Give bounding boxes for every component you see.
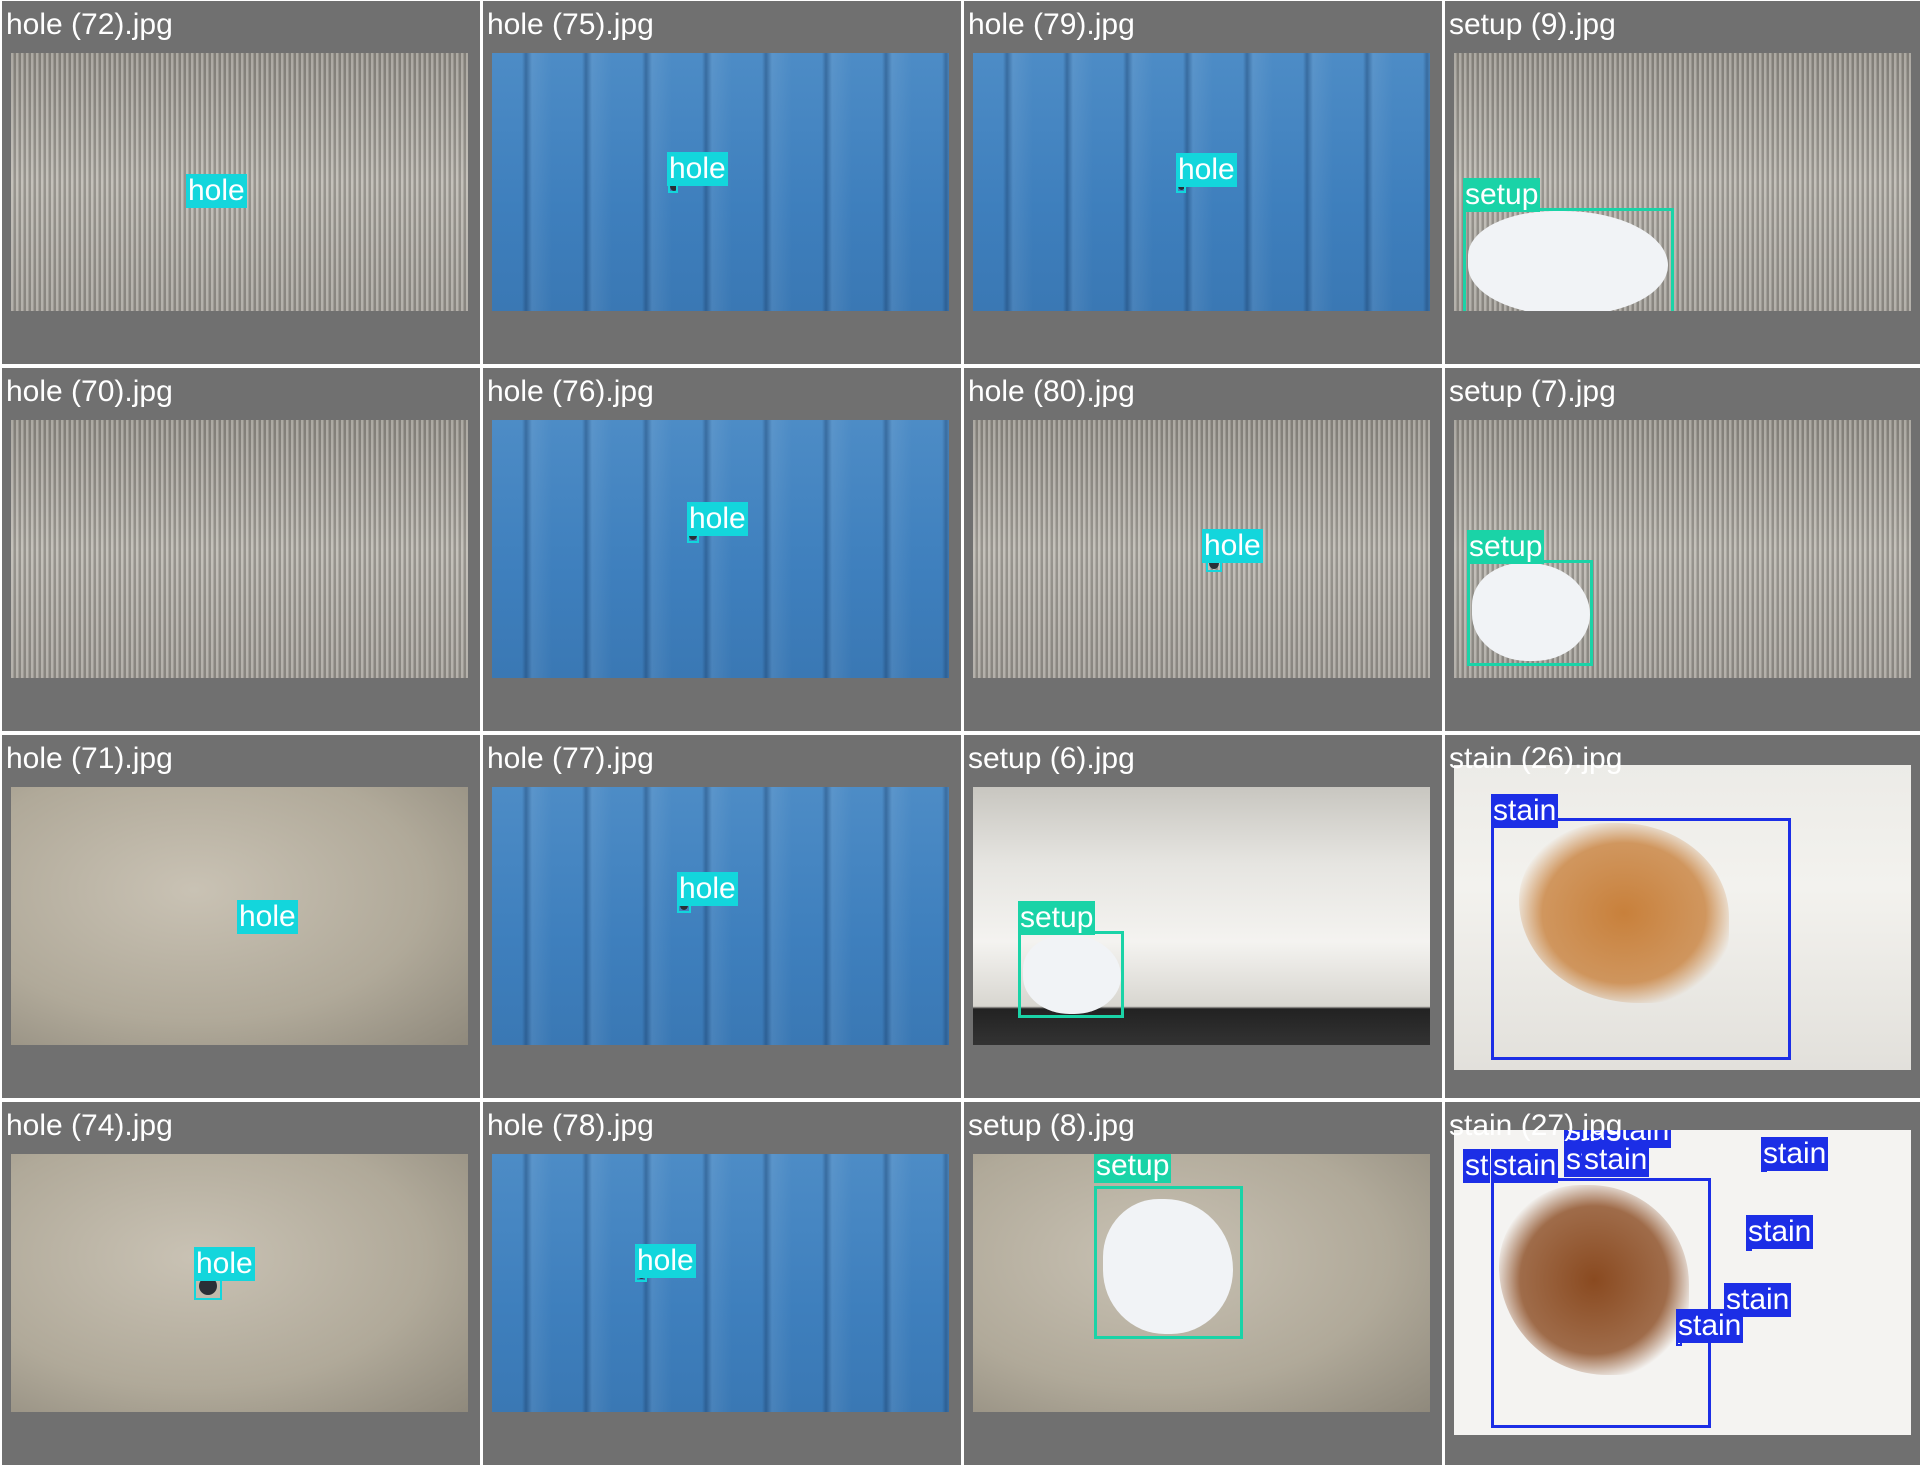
fabric-image: setup xyxy=(1454,420,1911,678)
image-filename: stain (27).jpg xyxy=(1449,1109,1623,1142)
detection-label: hole xyxy=(194,1247,255,1281)
image-filename: hole (80).jpg xyxy=(968,375,1135,408)
fabric-image: hole xyxy=(11,1154,468,1412)
fabric-image: hole xyxy=(11,53,468,311)
detection-label: setup xyxy=(1463,178,1541,212)
detection-label: setup xyxy=(1467,530,1545,564)
detection-label: hole xyxy=(687,502,748,536)
result-tile: hole hole (74).jpg xyxy=(2,1102,480,1465)
fabric-image: stai stain st stain st stain stain stain stain st… xyxy=(1454,1130,1911,1435)
fabric-image: hole xyxy=(492,420,949,678)
result-tile: hole hole (77).jpg xyxy=(483,735,961,1098)
detection-label: hole xyxy=(1176,153,1237,187)
detection-label: stain xyxy=(1761,1137,1829,1171)
detection-label: hole xyxy=(237,900,298,934)
detection-label: stain xyxy=(1676,1309,1744,1343)
fabric-image: setup xyxy=(973,787,1430,1045)
image-filename: hole (75).jpg xyxy=(487,8,654,41)
fabric-image: hole xyxy=(11,787,468,1045)
result-tile: setup setup (6).jpg xyxy=(964,735,1442,1098)
result-tile: stai stain st stain st stain stain stain stain st… xyxy=(1445,1102,1920,1465)
fabric-image: setup xyxy=(1454,53,1911,311)
image-filename: setup (7).jpg xyxy=(1449,375,1616,408)
detection-label: st xyxy=(1463,1149,1491,1183)
detection-box xyxy=(1491,818,1791,1060)
detection-box xyxy=(1463,208,1674,311)
fabric-image: hole xyxy=(973,420,1430,678)
result-tile: setup setup (8).jpg xyxy=(964,1102,1442,1465)
result-tile: stain stain (26).jpg xyxy=(1445,735,1920,1098)
image-filename: setup (6).jpg xyxy=(968,742,1135,775)
detection-label: hole xyxy=(186,174,247,208)
prediction-grid: hole hole (72).jpg hole hole (75).jpg hole ho… xyxy=(0,0,1920,1465)
detection-box xyxy=(1467,560,1593,666)
fabric-image: hole xyxy=(973,53,1430,311)
image-filename: hole (74).jpg xyxy=(6,1109,173,1142)
detection-label: hole xyxy=(667,152,728,186)
result-tile: hole hole (75).jpg xyxy=(483,1,961,364)
result-tile: hole hole (70).jpg xyxy=(2,368,480,731)
detection-label: stain xyxy=(1746,1215,1814,1249)
detection-box xyxy=(1491,1178,1711,1428)
fabric-image: hole xyxy=(492,787,949,1045)
result-tile: hole hole (72).jpg xyxy=(2,1,480,364)
result-tile: hole hole (76).jpg xyxy=(483,368,961,731)
image-filename: hole (79).jpg xyxy=(968,8,1135,41)
image-filename: hole (78).jpg xyxy=(487,1109,654,1142)
image-filename: stain (26).jpg xyxy=(1449,742,1623,775)
image-filename: hole (76).jpg xyxy=(487,375,654,408)
fabric-image: hole xyxy=(492,53,949,311)
result-tile: hole hole (71).jpg xyxy=(2,735,480,1098)
detection-label: stain xyxy=(1491,794,1559,828)
detection-label: setup xyxy=(1094,1154,1172,1183)
image-filename: hole (70).jpg xyxy=(6,375,173,408)
image-filename: setup (9).jpg xyxy=(1449,8,1616,41)
image-filename: hole (77).jpg xyxy=(487,742,654,775)
detection-label: hole xyxy=(635,1244,696,1278)
result-tile: hole hole (78).jpg xyxy=(483,1102,961,1465)
fabric-image: stain xyxy=(1454,765,1911,1070)
detection-label: hole xyxy=(1202,529,1263,563)
result-tile: hole hole (80).jpg xyxy=(964,368,1442,731)
result-tile: hole hole (79).jpg xyxy=(964,1,1442,364)
detection-label: hole xyxy=(677,872,738,906)
detection-box xyxy=(1094,1186,1243,1339)
image-filename: hole (71).jpg xyxy=(6,742,173,775)
fabric-image: setup xyxy=(973,1154,1430,1412)
result-tile: setup setup (7).jpg xyxy=(1445,368,1920,731)
detection-label: stain xyxy=(1491,1149,1559,1183)
image-filename: hole (72).jpg xyxy=(6,8,173,41)
detection-box xyxy=(1018,931,1124,1018)
detection-label: stain xyxy=(1582,1143,1650,1177)
image-filename: setup (8).jpg xyxy=(968,1109,1135,1142)
fabric-image: hole xyxy=(492,1154,949,1412)
fabric-image: hole xyxy=(11,420,468,678)
result-tile: setup setup (9).jpg xyxy=(1445,1,1920,364)
detection-label: setup xyxy=(1018,901,1096,935)
